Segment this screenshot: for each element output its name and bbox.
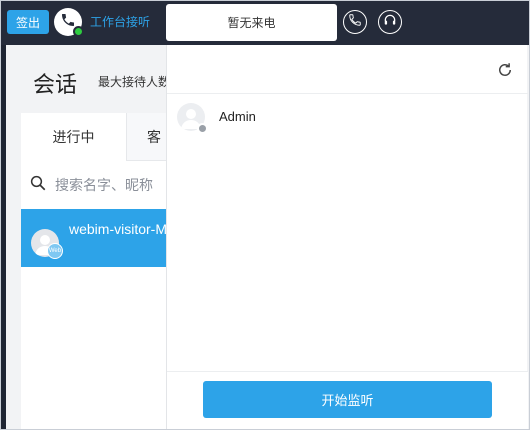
- tab-bar: 进行中 客: [21, 113, 181, 161]
- visitor-list-item[interactable]: Web webim-visitor-M4: [21, 209, 181, 267]
- monitor-panel-footer: 开始监听: [167, 371, 528, 429]
- top-bar: 签出 工作台接听 暂无来电: [1, 1, 529, 45]
- page-title: 会话: [33, 72, 78, 97]
- headset-icon: [383, 13, 397, 32]
- monitor-panel-header: [167, 45, 528, 94]
- max-reception-label: 最大接待人数: [98, 75, 171, 89]
- phone-call-icon: [348, 13, 362, 32]
- start-monitoring-button[interactable]: 开始监听: [203, 381, 492, 418]
- phone-status-button[interactable]: [54, 8, 84, 37]
- workbench-answer-link[interactable]: 工作台接听: [90, 13, 150, 30]
- conversation-list: 进行中 客 搜索名字、昵称 Web webim-visitor-M4: [21, 113, 181, 429]
- visitor-name: webim-visitor-M4: [69, 221, 175, 237]
- online-status-dot: [73, 26, 84, 37]
- incoming-call-status: 暂无来电: [166, 4, 337, 41]
- web-channel-badge: Web: [47, 243, 63, 259]
- agent-list-item[interactable]: Admin: [167, 95, 528, 141]
- search-input[interactable]: 搜索名字、昵称: [55, 175, 153, 195]
- search-box[interactable]: 搜索名字、昵称: [21, 161, 181, 209]
- offline-status-dot: [197, 123, 208, 134]
- monitor-panel: Admin 开始监听: [166, 45, 528, 429]
- call-button[interactable]: [343, 10, 367, 34]
- agent-name: Admin: [219, 109, 256, 124]
- app-window: 签出 工作台接听 暂无来电 会话 最大接待人数 进行中 客 搜索名字、昵称 We…: [0, 0, 530, 430]
- headset-button[interactable]: [378, 10, 402, 34]
- tab-in-progress[interactable]: 进行中: [21, 113, 126, 161]
- logout-button[interactable]: 签出: [7, 10, 49, 34]
- refresh-icon[interactable]: [496, 61, 514, 79]
- search-icon: [29, 174, 47, 197]
